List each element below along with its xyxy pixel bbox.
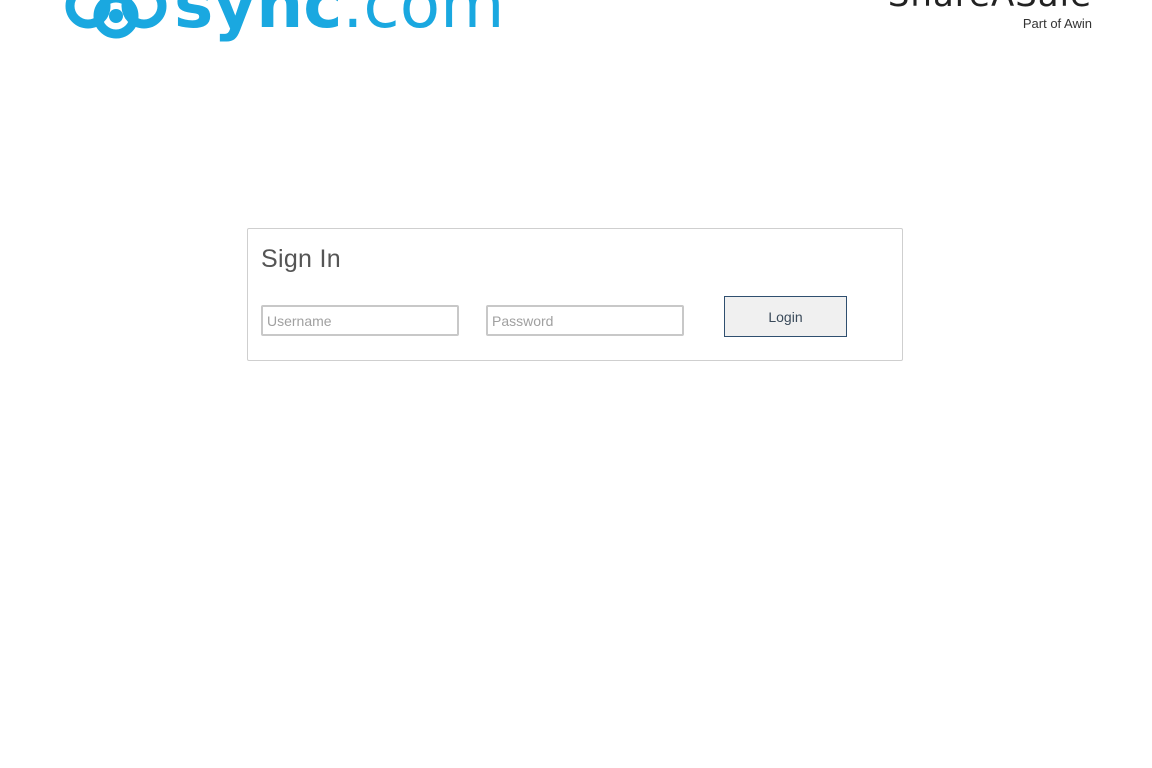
synccom-logo-text: sync.com [174,0,504,38]
logo-text-bold: sync [174,0,343,43]
login-button[interactable]: Login [724,296,847,337]
shareasale-logo-subtitle: Part of Awin [1022,16,1092,31]
signin-card: Sign In Login [247,228,903,361]
username-input[interactable] [261,305,459,336]
page: sync.com ShareASale Part of Awin Sign In… [0,0,1152,768]
shareasale-logo-name: ShareASale [888,0,1092,12]
logo-text-light: .com [342,0,505,43]
password-input[interactable] [486,305,684,336]
shareasale-logo[interactable]: ShareASale Part of Awin [888,0,1092,31]
signin-title: Sign In [261,245,341,273]
sync-logo-mark-icon [65,0,167,39]
synccom-logo[interactable]: sync.com [60,0,504,40]
